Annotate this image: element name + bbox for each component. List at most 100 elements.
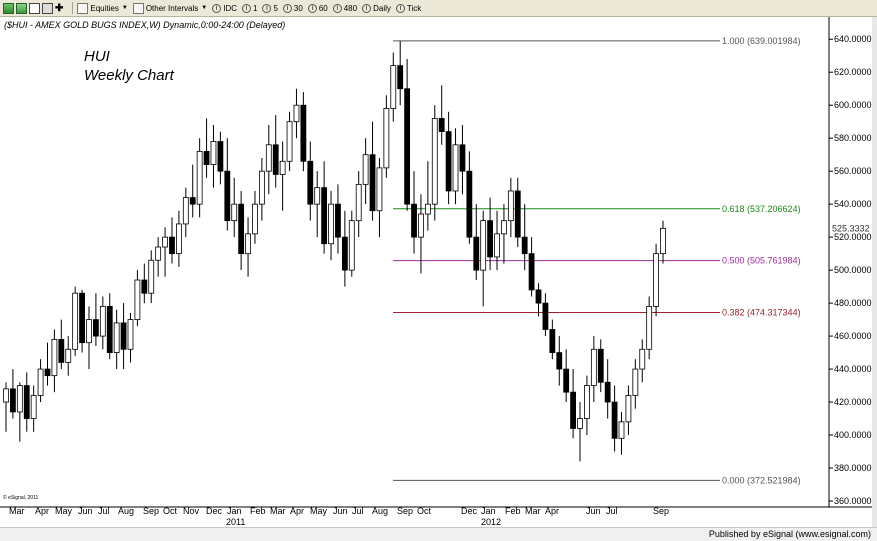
interval-button-tick[interactable]: I Tick [395,3,421,13]
x-month-label: Oct [417,506,432,516]
candle-body-down [535,289,542,304]
interval-icon: I [395,3,405,13]
interval-button-30[interactable]: I 30 [282,3,303,13]
equities-icon [77,2,89,14]
candle-body-up [452,144,459,192]
y-tick-label: 500.0000 [834,265,872,275]
candle-body-up [175,223,182,255]
candle-body-down [189,197,196,205]
candle-body-down [79,292,85,344]
candles-icon[interactable] [29,2,40,14]
interval-button-daily[interactable]: I Daily [362,3,391,13]
zoom-icon[interactable] [42,2,53,14]
y-tick-label: 640.0000 [834,34,872,44]
intervals-icon [132,2,144,14]
candle-body-up [494,233,500,258]
x-month-label: May [310,506,328,516]
interval-button-5[interactable]: I5 [262,3,278,13]
other-intervals-dropdown[interactable]: Other Intervals ▼ [132,2,208,14]
candle-body-down [445,131,452,192]
candle-body-down [106,306,113,353]
x-month-label: Mar [270,506,286,516]
candle-body-up [424,203,431,215]
x-month-label: Dec [461,506,478,516]
candle-body-down [563,368,570,393]
x-month-label: Dec [206,506,223,516]
y-tick-label: 420.0000 [834,397,872,407]
candle-body-up [390,65,397,109]
candle-body-up [86,319,92,344]
candle-body-up [618,421,625,439]
price-axis-labels: 360.0000 380.0000 400.0000 420.0000 440.0000… [829,34,872,506]
y-tick-label: 580.0000 [834,133,872,143]
candle-body-up [99,306,106,337]
crosshair-icon[interactable]: ✚ [55,3,63,14]
candle-body-down [411,203,417,238]
x-year-label: 2011 [226,517,245,527]
interval-icon: I [282,3,292,13]
candle-body-down [556,352,563,370]
interval-button-idc[interactable]: I IDC [212,3,237,13]
candle-body-up [258,170,265,205]
candle-body-down [597,348,604,383]
equities-dropdown[interactable]: Equities ▼ [77,2,128,14]
y-tick-label: 560.0000 [834,166,872,176]
x-month-label: Jul [352,506,364,516]
candle-body-down [341,236,348,271]
candle-body-up [182,197,189,225]
candle-body-up [328,203,334,245]
bar-chart-icon[interactable] [3,2,14,14]
candle-body-up [501,220,507,235]
y-tick-label: 460.0000 [834,331,872,341]
candle-body-up [418,213,424,238]
other-intervals-label: Other Intervals [145,3,199,13]
candle-body-down [238,203,245,255]
candle-body-up [314,187,321,205]
candle-body-down [300,104,307,162]
candle-body-down [10,388,16,413]
x-month-label: Jul [98,506,110,516]
interval-icon: I [362,3,372,13]
candle-body-up [3,388,9,403]
chart-toolbar: ✚ Equities ▼ Other Intervals ▼ I IDC I1 I5 … [0,0,877,17]
candle-body-down [203,150,210,165]
annotation-subtitle: Weekly Chart [84,67,175,84]
candle-body-up [51,338,58,377]
candle-body-up [134,279,141,320]
y-tick-label: 440.0000 [834,364,872,374]
interval-button-1[interactable]: I1 [242,3,257,13]
candle-body-down [542,302,549,330]
candle-body-down [459,144,466,172]
candle-body-up [37,368,44,396]
x-month-label: Nov [183,506,200,516]
candle-body-up [632,368,639,396]
x-month-label: Jan [481,506,496,516]
candle-body-up [65,348,72,363]
footer-bar: Published by eSignal (www.esignal.com) [0,527,877,541]
candle-body-up [231,203,238,222]
candle-body-up [148,259,155,294]
price-chart[interactable]: ($HUI - AMEX GOLD BUGS INDEX,W) Dynamic,… [0,17,872,527]
copyright-text: © eSignal, 2011 [3,494,39,501]
candle-body-down [528,253,535,291]
fib-level-label: 0.000 (372.521984) [722,475,801,485]
candle-body-up [127,319,134,350]
candle-body-down [611,401,618,439]
interval-button-60[interactable]: I 60 [307,3,328,13]
candle-body-down [141,279,148,294]
fib-level-label: 0.382 (474.317344) [722,307,801,317]
candle-body-up [155,246,162,261]
candle-body-up [362,154,369,185]
interval-button-480[interactable]: I 480 [332,3,357,13]
line-chart-icon[interactable] [16,2,27,14]
chevron-down-icon: ▼ [201,5,208,11]
vertical-scrollbar[interactable] [872,17,877,527]
candle-body-down [487,220,494,258]
candle-body-up [431,118,438,205]
fib-level-label: 0.500 (505.761984) [722,256,801,266]
x-month-label: Jun [586,506,601,516]
candle-body-down [23,385,30,419]
y-tick-label: 480.0000 [834,298,872,308]
interval-icon: I [242,3,252,13]
x-month-label: Feb [250,506,266,516]
